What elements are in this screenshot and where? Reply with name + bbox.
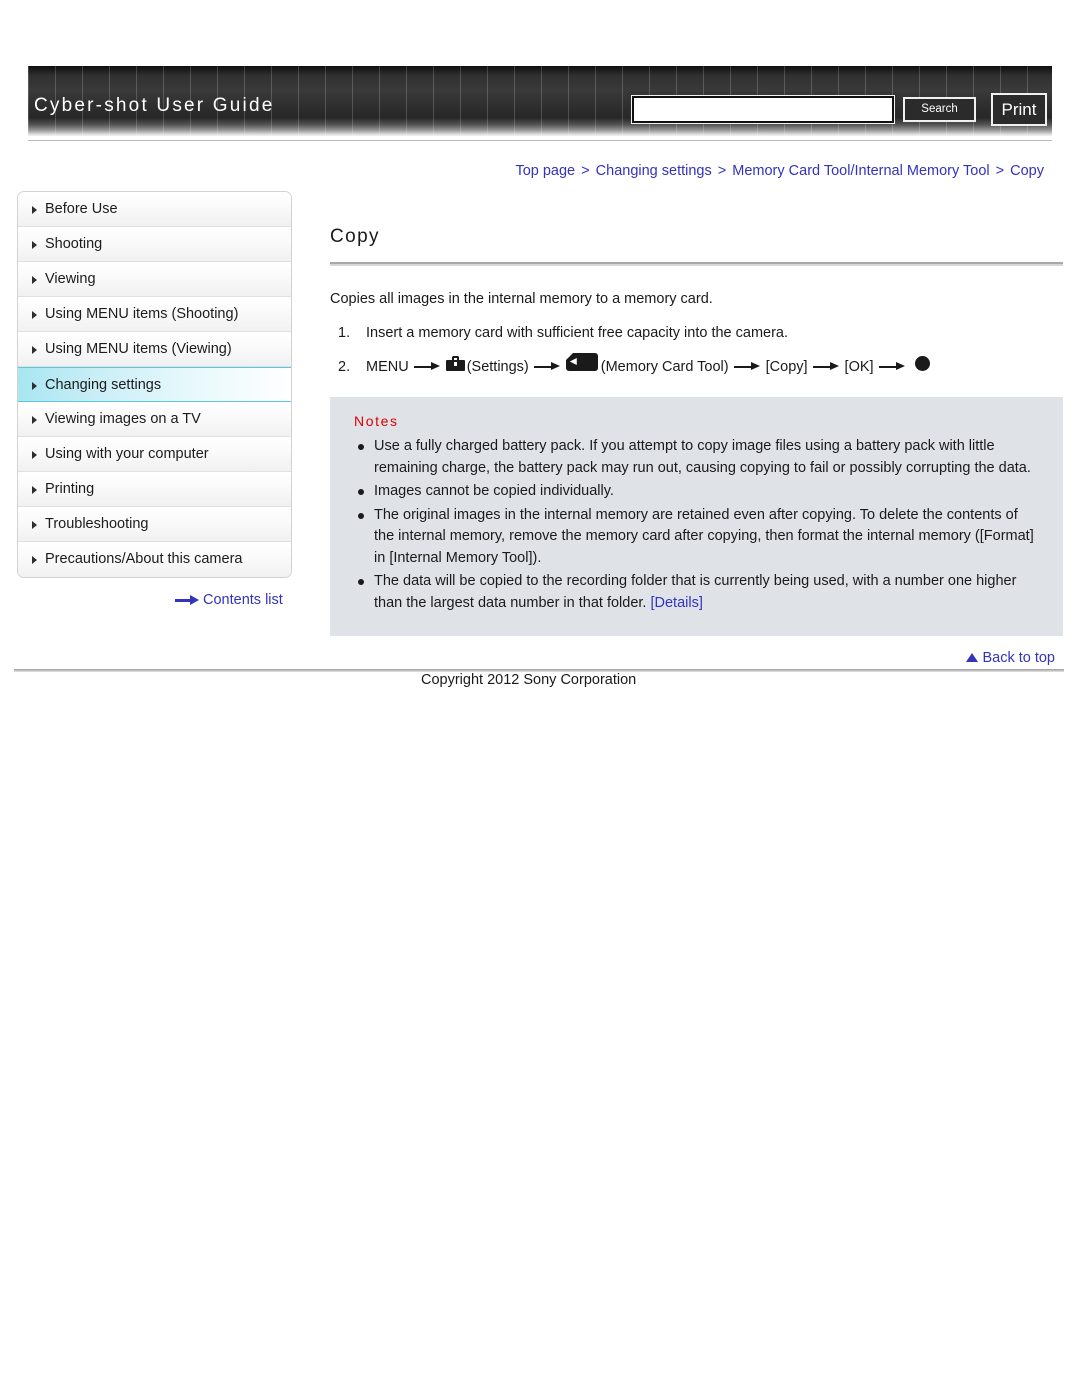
notes-heading: Notes — [354, 413, 399, 429]
copyright-text: Copyright 2012 Sony Corporation — [421, 672, 637, 688]
triangle-bullet-icon — [32, 241, 37, 249]
sidebar-item-viewing[interactable]: Viewing — [18, 262, 291, 297]
arrow-right-icon — [878, 362, 906, 371]
triangle-bullet-icon — [32, 346, 37, 354]
triangle-bullet-icon — [32, 206, 37, 214]
sidebar-item-label: Using MENU items (Shooting) — [45, 306, 239, 322]
sidebar-item-label: Changing settings — [45, 377, 162, 393]
triangle-bullet-icon — [32, 382, 37, 390]
details-link[interactable]: [Details] — [650, 595, 702, 611]
triangle-bullet-icon — [32, 556, 37, 564]
notes-list: Use a fully charged battery pack. If you… — [352, 436, 1041, 614]
sidebar-item-printing[interactable]: Printing — [18, 472, 291, 507]
breadcrumb-item-copy: Copy — [1010, 163, 1044, 179]
sidebar-item-label: Precautions/About this camera — [45, 551, 243, 567]
settings-label: (Settings) — [466, 359, 529, 375]
sidebar-item-using-with-your-computer[interactable]: Using with your computer — [18, 437, 291, 472]
triangle-bullet-icon — [32, 416, 37, 424]
triangle-bullet-icon — [32, 311, 37, 319]
sidebar-item-label: Shooting — [45, 236, 103, 252]
sidebar-item-label: Viewing — [45, 271, 96, 287]
sidebar-item-precautions-about-this-camera[interactable]: Precautions/About this camera — [18, 542, 291, 577]
ok-option-label: [OK] — [844, 359, 874, 375]
triangle-bullet-icon — [32, 521, 37, 529]
shutter-button-icon — [914, 356, 930, 371]
sidebar-item-label: Viewing images on a TV — [45, 411, 201, 427]
sidebar-item-changing-settings[interactable]: Changing settings — [18, 367, 291, 402]
settings-toolbox-icon — [445, 356, 465, 371]
arrow-right-icon — [413, 362, 441, 371]
intro-text: Copies all images in the internal memory… — [330, 291, 713, 307]
breadcrumb-item-memory-card-tool[interactable]: Memory Card Tool/Internal Memory Tool — [732, 163, 989, 179]
breadcrumb-separator: > — [581, 163, 590, 179]
sidebar-nav: Before Use Shooting Viewing Using MENU i… — [17, 191, 292, 578]
step-2: 2. MENU (Settings) (Memory Card Tool) [C… — [330, 353, 1063, 375]
title-divider — [330, 262, 1063, 266]
site-title: Cyber-shot User Guide — [34, 95, 275, 116]
sidebar-item-troubleshooting[interactable]: Troubleshooting — [18, 507, 291, 542]
contents-list-label: Contents list — [203, 592, 283, 608]
back-to-top-link[interactable]: Back to top — [966, 650, 1055, 666]
back-to-top-label: Back to top — [982, 650, 1055, 666]
main-content: Copy Copies all images in the internal m… — [330, 226, 1063, 636]
sidebar-item-label: Troubleshooting — [45, 516, 149, 532]
arrow-right-icon — [533, 362, 561, 371]
breadcrumb-separator: > — [995, 163, 1005, 179]
memory-card-tool-label: (Memory Card Tool) — [600, 359, 729, 375]
sidebar-item-before-use[interactable]: Before Use — [18, 192, 291, 227]
page-title: Copy — [330, 226, 380, 247]
sidebar-item-label: Using with your computer — [45, 446, 209, 462]
arrow-right-icon — [812, 362, 840, 371]
memory-card-tool-icon — [565, 353, 598, 371]
triangle-bullet-icon — [32, 276, 37, 284]
menu-label: MENU — [366, 359, 409, 375]
note-item: The original images in the internal memo… — [352, 505, 1041, 570]
header-underline — [28, 140, 1052, 141]
breadcrumb-separator: > — [717, 163, 727, 179]
step-number: 1. — [338, 325, 351, 341]
triangle-bullet-icon — [32, 486, 37, 494]
step-1: 1. Insert a memory card with sufficient … — [330, 325, 1063, 341]
breadcrumb-item-changing-settings[interactable]: Changing settings — [596, 163, 712, 179]
copy-option-label: [Copy] — [765, 359, 808, 375]
breadcrumb-item-top-page[interactable]: Top page — [515, 163, 575, 179]
sidebar-item-shooting[interactable]: Shooting — [18, 227, 291, 262]
triangle-up-icon — [966, 653, 979, 662]
sidebar-item-label: Using MENU items (Viewing) — [45, 341, 232, 357]
sidebar-item-label: Printing — [45, 481, 95, 497]
print-button[interactable]: Print — [991, 93, 1047, 126]
step-number: 2. — [338, 359, 351, 375]
note-item: Use a fully charged battery pack. If you… — [352, 436, 1041, 479]
breadcrumb: Top page > Changing settings > Memory Ca… — [515, 163, 1044, 179]
note-item: The data will be copied to the recording… — [352, 571, 1041, 614]
step-text: Insert a memory card with sufficient fre… — [366, 325, 789, 341]
search-input[interactable] — [631, 95, 895, 124]
sidebar-item-using-menu-items-shooting[interactable]: Using MENU items (Shooting) — [18, 297, 291, 332]
sidebar-item-label: Before Use — [45, 201, 118, 217]
triangle-bullet-icon — [32, 451, 37, 459]
search-button[interactable]: Search — [903, 97, 976, 122]
note-item: Images cannot be copied individually. — [352, 481, 1041, 503]
arrow-right-icon — [175, 595, 199, 606]
contents-list-link[interactable]: Contents list — [175, 592, 283, 608]
notes-box: Notes Use a fully charged battery pack. … — [330, 397, 1063, 636]
arrow-right-icon — [733, 362, 761, 371]
sidebar-item-viewing-images-on-a-tv[interactable]: Viewing images on a TV — [18, 402, 291, 437]
sidebar-item-using-menu-items-viewing[interactable]: Using MENU items (Viewing) — [18, 332, 291, 367]
